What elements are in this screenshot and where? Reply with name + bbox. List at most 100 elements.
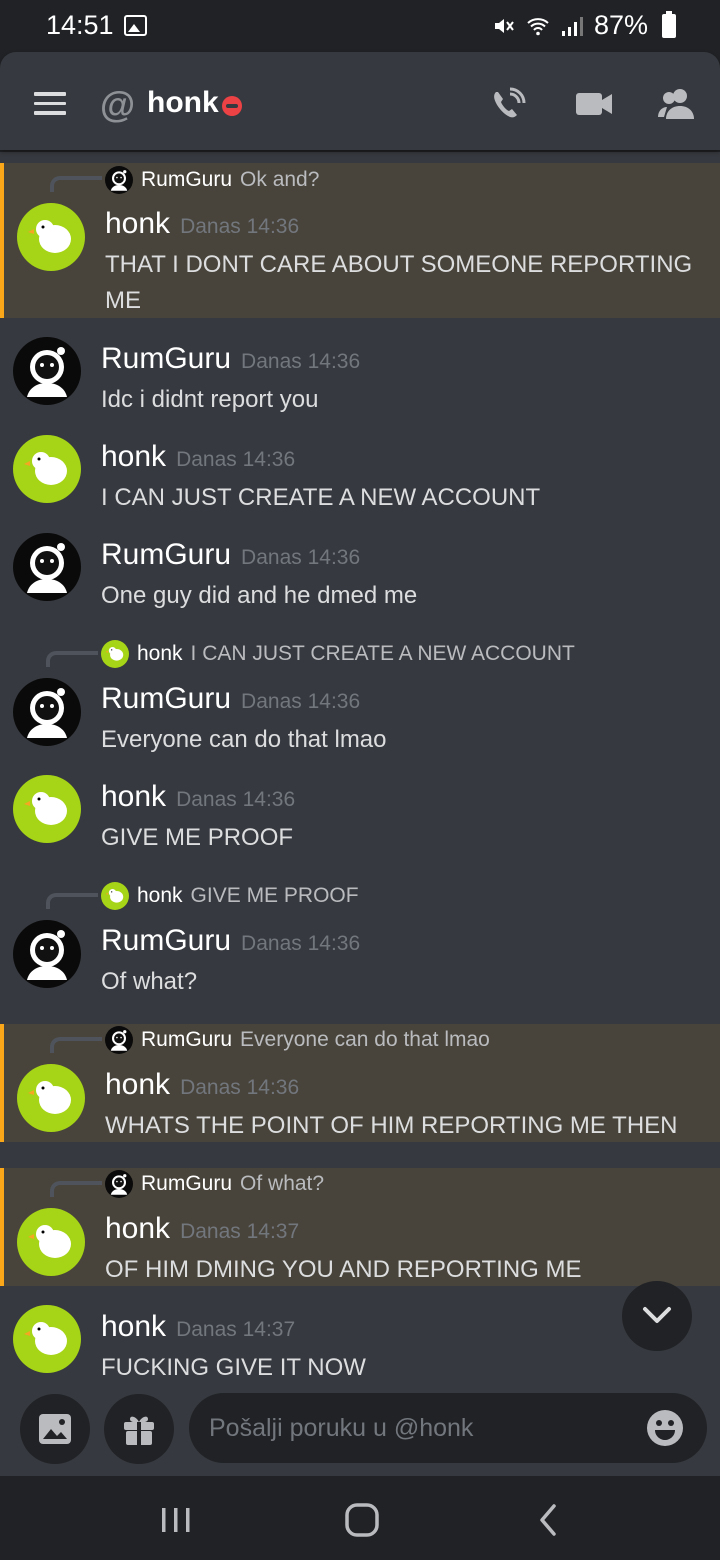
avatar[interactable] — [17, 1064, 85, 1132]
avatar[interactable] — [13, 435, 81, 503]
message-item[interactable]: honk Danas 14:36 GIVE ME PROOF — [0, 768, 720, 858]
reply-avatar — [101, 882, 129, 910]
reply-author: RumGuru — [141, 168, 233, 191]
gift-icon — [124, 1416, 154, 1445]
dm-title: honk — [147, 86, 219, 119]
reply-preview[interactable]: honk I CAN JUST CREATE A NEW ACCOUNT — [101, 640, 575, 668]
avatar[interactable] — [13, 920, 81, 988]
timestamp: Danas 14:36 — [241, 350, 361, 373]
message-text: THAT I DONT CARE ABOUT SOMEONE REPORTING… — [105, 251, 693, 314]
battery-percent: 87% — [593, 10, 648, 40]
author-name[interactable]: honk — [101, 440, 166, 473]
reply-connector — [50, 1037, 102, 1053]
emoji-icon[interactable] — [647, 1410, 683, 1446]
message-text: FUCKING GIVE IT NOW — [101, 1354, 366, 1381]
message-item[interactable]: RumGuru Ok and? honk Danas 14:36 THAT I D… — [0, 163, 720, 318]
message-text: One guy did and he dmed me — [101, 582, 418, 609]
message-text: I CAN JUST CREATE A NEW ACCOUNT — [101, 484, 541, 511]
message-item[interactable]: RumGuru Of what? honk Danas 14:37 OF HIM … — [0, 1168, 720, 1286]
author-name[interactable]: RumGuru — [101, 342, 231, 375]
reply-author: honk — [137, 884, 183, 907]
message-text: Everyone can do that lmao — [101, 726, 387, 753]
author-name[interactable]: honk — [105, 1068, 170, 1101]
message-item[interactable]: honk I CAN JUST CREATE A NEW ACCOUNT Rum… — [0, 638, 720, 763]
back-icon[interactable] — [528, 1500, 572, 1540]
timestamp: Danas 14:37 — [176, 1318, 296, 1341]
mute-icon — [494, 18, 514, 33]
reply-author: honk — [137, 642, 183, 665]
dnd-status-icon — [222, 96, 242, 116]
system-nav-bar — [0, 1476, 720, 1560]
message-item[interactable]: honk Danas 14:37 FUCKING GIVE IT NOW — [0, 1298, 720, 1382]
message-item[interactable]: RumGuru Danas 14:36 One guy did and he dm… — [0, 526, 720, 616]
reply-text: Everyone can do that lmao — [240, 1028, 490, 1051]
author-name[interactable]: RumGuru — [101, 924, 231, 957]
video-call-icon[interactable] — [574, 86, 614, 122]
avatar[interactable] — [13, 678, 81, 746]
signal-icon — [561, 16, 583, 36]
reply-author: RumGuru — [141, 1172, 233, 1195]
author-name[interactable]: RumGuru — [101, 682, 231, 715]
author-name[interactable]: honk — [101, 780, 166, 813]
reply-connector — [46, 651, 98, 667]
timestamp: Danas 14:36 — [241, 932, 361, 955]
message-item[interactable]: RumGuru Everyone can do that lmao honk Da… — [0, 1024, 720, 1142]
gallery-notification-icon — [124, 15, 147, 36]
message-text: WHATS THE POINT OF HIM REPORTING ME THEN — [105, 1112, 678, 1139]
avatar[interactable] — [13, 337, 81, 405]
reply-preview[interactable]: honk GIVE ME PROOF — [101, 882, 359, 910]
message-text: OF HIM DMING YOU AND REPORTING ME — [105, 1256, 582, 1283]
author-name[interactable]: RumGuru — [101, 538, 231, 571]
voice-call-icon[interactable] — [488, 86, 528, 122]
message-input[interactable] — [209, 1407, 629, 1449]
members-icon[interactable] — [656, 86, 696, 122]
author-name[interactable]: honk — [101, 1310, 166, 1343]
reply-text: GIVE ME PROOF — [190, 884, 359, 907]
reply-preview[interactable]: RumGuru Of what? — [105, 1170, 324, 1198]
reply-text: Of what? — [240, 1172, 325, 1195]
message-text: Of what? — [101, 968, 198, 995]
recent-apps-icon[interactable] — [154, 1500, 198, 1540]
battery-icon — [662, 10, 676, 38]
reply-avatar — [105, 166, 133, 194]
at-icon: @ — [100, 84, 136, 125]
message-input-wrapper — [189, 1393, 707, 1463]
attach-image-button[interactable] — [20, 1394, 90, 1464]
reply-connector — [50, 176, 102, 192]
message-item[interactable]: RumGuru Danas 14:36 Idc i didnt report yo… — [0, 330, 720, 420]
reply-avatar — [105, 1170, 133, 1198]
reply-text: Ok and? — [240, 168, 320, 191]
timestamp: Danas 14:37 — [180, 1220, 300, 1243]
timestamp: Danas 14:36 — [180, 1076, 300, 1099]
status-right-group: 87% — [492, 10, 676, 41]
reply-connector — [46, 893, 98, 909]
message-text: Idc i didnt report you — [101, 386, 319, 413]
reply-preview[interactable]: RumGuru Ok and? — [105, 166, 319, 194]
message-item[interactable]: honk Danas 14:36 I CAN JUST CREATE A NEW … — [0, 428, 720, 518]
avatar[interactable] — [17, 203, 85, 271]
home-icon[interactable] — [340, 1500, 384, 1540]
author-name[interactable]: honk — [105, 207, 170, 240]
menu-icon[interactable] — [34, 92, 66, 115]
timestamp: Danas 14:36 — [176, 448, 296, 471]
avatar[interactable] — [17, 1208, 85, 1276]
timestamp: Danas 14:36 — [176, 788, 296, 811]
message-item[interactable]: honk GIVE ME PROOF RumGuru Danas 14:36 Of… — [0, 880, 720, 1005]
reply-text: I CAN JUST CREATE A NEW ACCOUNT — [190, 642, 575, 665]
timestamp: Danas 14:36 — [241, 546, 361, 569]
status-bar: 14:51 87% — [0, 0, 720, 52]
wifi-icon — [527, 17, 549, 35]
reply-avatar — [105, 1026, 133, 1054]
author-name[interactable]: honk — [105, 1212, 170, 1245]
avatar[interactable] — [13, 533, 81, 601]
image-icon — [39, 1414, 71, 1444]
avatar[interactable] — [13, 1305, 81, 1373]
composer-bar — [0, 1382, 720, 1476]
avatar[interactable] — [13, 775, 81, 843]
reply-avatar — [101, 640, 129, 668]
chevron-down-icon — [643, 1307, 671, 1323]
jump-to-bottom-button[interactable] — [622, 1281, 692, 1351]
gift-button[interactable] — [104, 1394, 174, 1464]
reply-preview[interactable]: RumGuru Everyone can do that lmao — [105, 1026, 490, 1054]
message-text: GIVE ME PROOF — [101, 824, 294, 851]
